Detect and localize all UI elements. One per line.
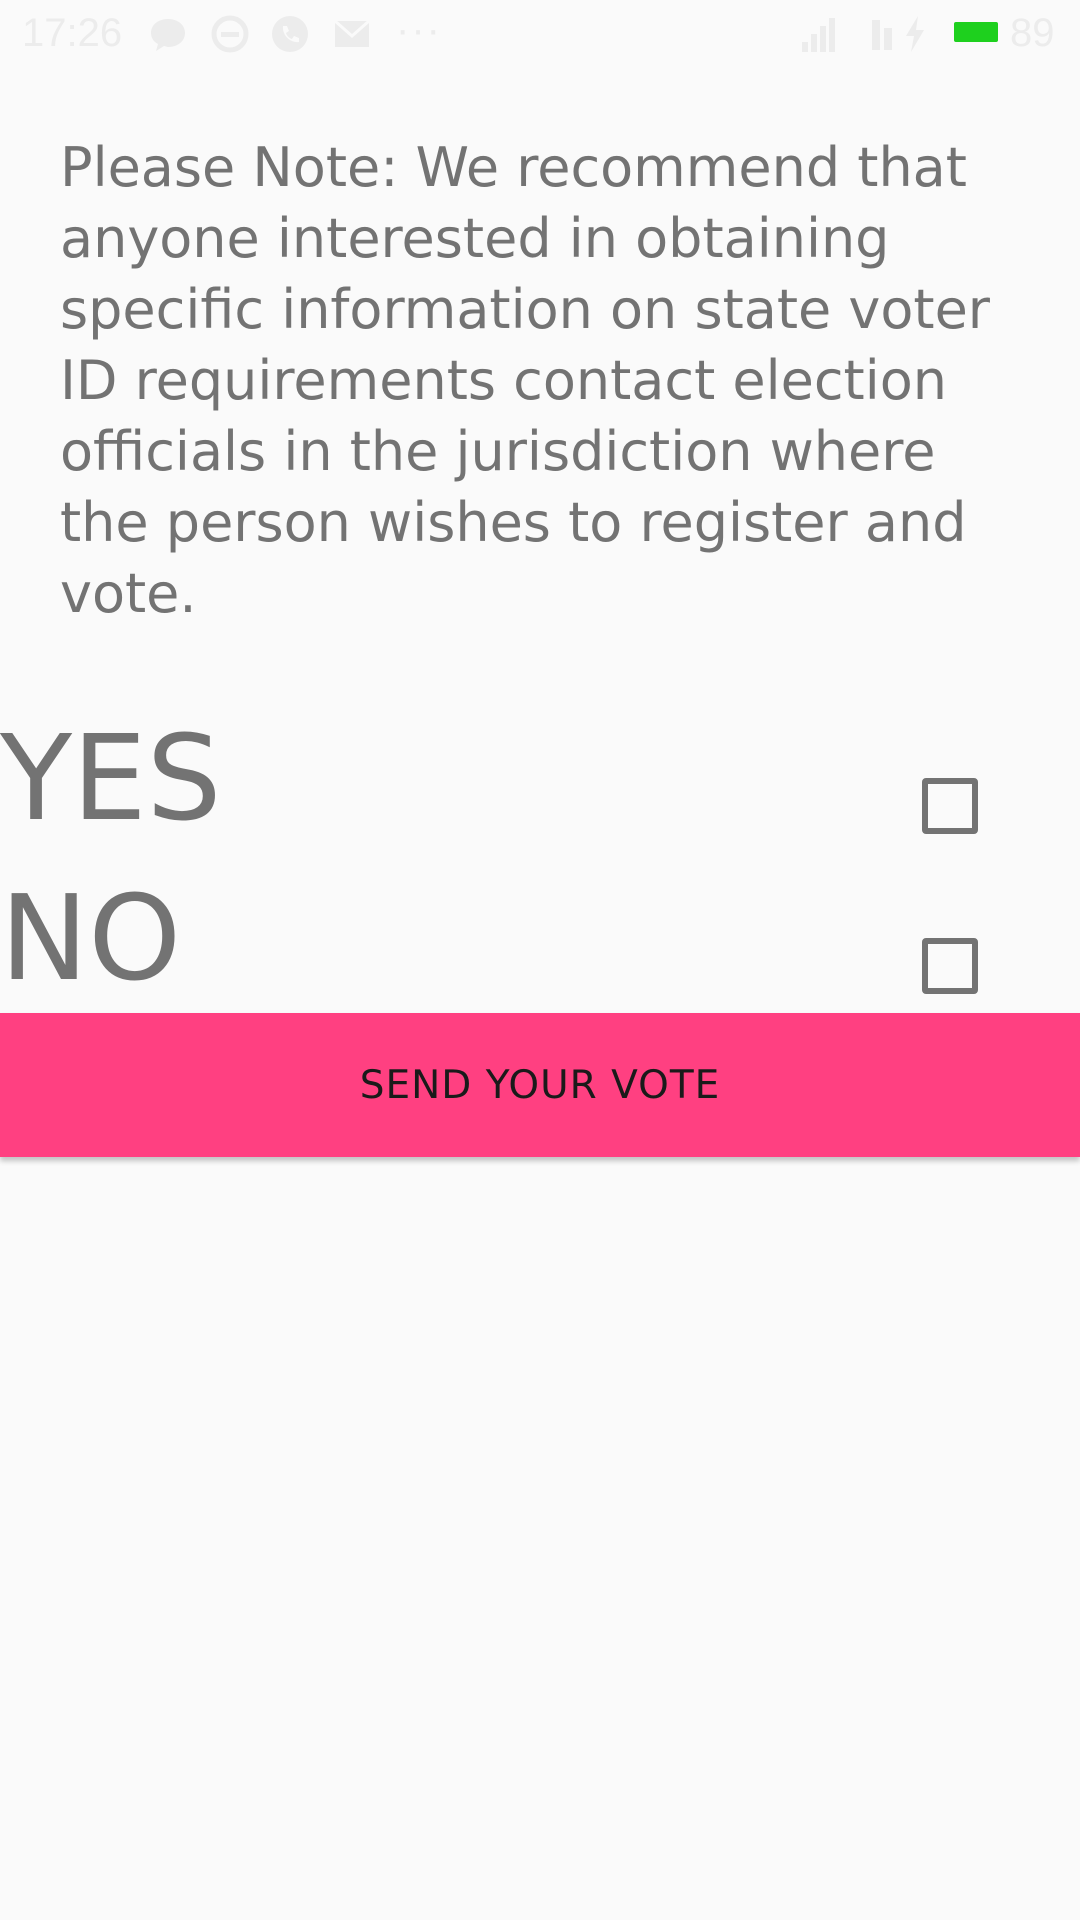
yes-checkbox[interactable] bbox=[922, 778, 978, 834]
send-vote-button[interactable]: SEND YOUR VOTE bbox=[0, 1013, 1080, 1157]
signal-icon bbox=[800, 14, 840, 54]
chat-bubble-icon bbox=[148, 14, 188, 54]
yes-option-label: YES bbox=[0, 709, 222, 847]
status-bar: 17:26 ··· 89 bbox=[0, 0, 1080, 66]
more-notifications-indicator: ··· bbox=[396, 8, 442, 52]
battery-level: 89 bbox=[1010, 11, 1055, 55]
send-vote-button-label: SEND YOUR VOTE bbox=[359, 1062, 721, 1108]
message-icon bbox=[210, 14, 250, 54]
charging-icon bbox=[902, 14, 928, 54]
no-checkbox[interactable] bbox=[922, 938, 978, 994]
phone-icon bbox=[270, 14, 310, 54]
email-icon bbox=[332, 14, 372, 54]
battery-icon bbox=[954, 22, 998, 42]
voter-id-note: Please Note: We recommend that anyone in… bbox=[60, 136, 990, 625]
no-option-label: NO bbox=[0, 869, 182, 1007]
status-time: 17:26 bbox=[22, 11, 123, 55]
